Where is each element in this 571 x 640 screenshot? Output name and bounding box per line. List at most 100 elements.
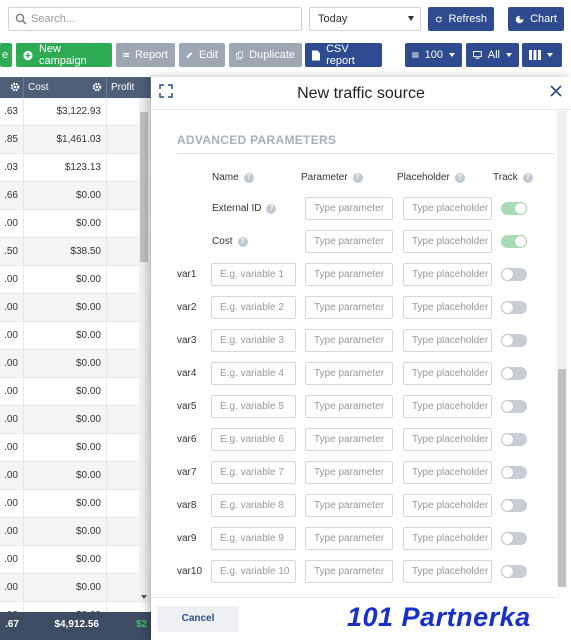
help-icon[interactable]: ? xyxy=(522,172,533,183)
placeholder-input[interactable]: Type placeholder xyxy=(403,296,492,319)
table-row[interactable]: .00$0.00 xyxy=(0,378,151,406)
track-toggle[interactable] xyxy=(501,268,527,281)
device-filter-select[interactable]: All xyxy=(466,43,519,67)
gear-icon[interactable] xyxy=(92,82,102,92)
report-button[interactable]: Report xyxy=(116,43,175,67)
table-row[interactable]: .00$0.00 xyxy=(0,210,151,238)
table-row[interactable]: .03 $123.13 xyxy=(0,154,151,182)
table-row[interactable]: .00$0.00 xyxy=(0,574,151,602)
variable-name-input[interactable]: E.g. variable 8 xyxy=(211,494,296,517)
table-row[interactable]: .66 $0.00 xyxy=(0,182,151,210)
variable-name-input[interactable]: E.g. variable 7 xyxy=(211,461,296,484)
rows-per-page-select[interactable]: 100 xyxy=(405,43,462,67)
help-icon[interactable]: ? xyxy=(352,172,363,183)
table-row[interactable]: .00$0.00 xyxy=(0,490,151,518)
variable-name-input[interactable]: E.g. variable 1 xyxy=(211,263,296,286)
parameter-input[interactable]: Type parameter xyxy=(305,428,393,451)
track-toggle[interactable] xyxy=(501,235,527,248)
pie-chart-icon xyxy=(515,15,524,23)
track-toggle[interactable] xyxy=(501,499,527,512)
track-toggle[interactable] xyxy=(501,565,527,578)
parameter-input[interactable]: Type parameter xyxy=(305,527,393,550)
table-row[interactable]: .00$0.00 xyxy=(0,266,151,294)
placeholder-input[interactable]: Type placeholder xyxy=(403,428,492,451)
placeholder-input[interactable]: Type placeholder xyxy=(403,197,492,220)
partial-action-button[interactable]: e xyxy=(0,43,12,67)
duplicate-button[interactable]: Duplicate xyxy=(229,43,302,67)
help-icon[interactable]: ? xyxy=(266,203,277,214)
parameter-input[interactable]: Type parameter xyxy=(305,362,393,385)
parameter-input[interactable]: Type parameter xyxy=(305,560,393,583)
table-row[interactable]: .00$0.00 xyxy=(0,350,151,378)
variable-name-input[interactable]: E.g. variable 6 xyxy=(211,428,296,451)
refresh-button[interactable]: Refresh xyxy=(428,7,494,31)
modal-scrollbar-thumb[interactable] xyxy=(558,369,566,587)
help-icon[interactable]: ? xyxy=(237,236,248,247)
parameter-input[interactable]: Type parameter xyxy=(305,263,393,286)
placeholder-input[interactable]: Type placeholder xyxy=(403,263,492,286)
variable-name-input[interactable]: E.g. variable 5 xyxy=(211,395,296,418)
csv-report-button[interactable]: CSV report xyxy=(305,43,382,67)
chart-button[interactable]: Chart xyxy=(508,7,564,31)
search-input[interactable] xyxy=(31,11,291,27)
help-icon[interactable]: ? xyxy=(454,172,465,183)
table-row[interactable]: .00$0.00 xyxy=(0,434,151,462)
cancel-button[interactable]: Cancel xyxy=(157,606,239,632)
table-row[interactable]: .50 $38.50 xyxy=(0,238,151,266)
table-scrollbar[interactable] xyxy=(139,98,149,603)
variable-name-input[interactable]: E.g. variable 3 xyxy=(211,329,296,352)
column-header-partial[interactable] xyxy=(0,77,24,98)
new-campaign-button[interactable]: New campaign xyxy=(16,43,112,67)
parameter-input[interactable]: Type parameter xyxy=(305,230,393,253)
column-header-cost[interactable]: Cost xyxy=(24,77,107,98)
scroll-down-arrow-icon[interactable] xyxy=(141,595,147,599)
placeholder-input[interactable]: Type placeholder xyxy=(403,230,492,253)
placeholder-input[interactable]: Type placeholder xyxy=(403,494,492,517)
variable-name-input[interactable]: E.g. variable 4 xyxy=(211,362,296,385)
parameter-input[interactable]: Type parameter xyxy=(305,329,393,352)
parameter-input[interactable]: Type parameter xyxy=(305,494,393,517)
help-icon[interactable]: ? xyxy=(243,172,254,183)
table-row[interactable]: .00$0.00 xyxy=(0,602,151,612)
table-row[interactable]: .85 $1,461.03 xyxy=(0,126,151,154)
track-toggle[interactable] xyxy=(501,433,527,446)
parameter-name-label: External ID xyxy=(212,203,262,214)
variable-name-input[interactable]: E.g. variable 9 xyxy=(211,527,296,550)
date-range-select[interactable]: Today xyxy=(309,7,421,31)
variable-name-input[interactable]: E.g. variable 10 xyxy=(211,560,296,583)
table-row[interactable]: .63 $3,122.93 xyxy=(0,98,151,126)
table-row[interactable]: .00$0.00 xyxy=(0,518,151,546)
placeholder-input[interactable]: Type placeholder xyxy=(403,527,492,550)
track-toggle[interactable] xyxy=(501,466,527,479)
search-box[interactable] xyxy=(8,7,302,31)
track-toggle[interactable] xyxy=(501,301,527,314)
table-row[interactable]: .00$0.00 xyxy=(0,322,151,350)
track-toggle[interactable] xyxy=(501,334,527,347)
modal-scrollbar[interactable] xyxy=(557,111,567,587)
parameter-input[interactable]: Type parameter xyxy=(305,197,393,220)
column-header-placeholder: Placeholder ? xyxy=(397,172,465,183)
table-row[interactable]: .00$0.00 xyxy=(0,462,151,490)
placeholder-input[interactable]: Type placeholder xyxy=(403,329,492,352)
parameter-input[interactable]: Type parameter xyxy=(305,296,393,319)
table-scrollbar-thumb[interactable] xyxy=(140,112,148,262)
table-row[interactable]: .00$0.00 xyxy=(0,406,151,434)
parameter-input[interactable]: Type parameter xyxy=(305,395,393,418)
close-icon[interactable] xyxy=(549,84,563,98)
variable-name-input[interactable]: E.g. variable 2 xyxy=(211,296,296,319)
column-header-profit[interactable]: Profit xyxy=(107,77,151,98)
columns-select[interactable] xyxy=(522,43,562,67)
placeholder-input[interactable]: Type placeholder xyxy=(403,560,492,583)
table-row[interactable]: .00$0.00 xyxy=(0,546,151,574)
parameter-input[interactable]: Type parameter xyxy=(305,461,393,484)
track-toggle[interactable] xyxy=(501,202,527,215)
gear-icon[interactable] xyxy=(10,82,20,92)
track-toggle[interactable] xyxy=(501,532,527,545)
table-row[interactable]: .00$0.00 xyxy=(0,294,151,322)
placeholder-input[interactable]: Type placeholder xyxy=(403,362,492,385)
placeholder-input[interactable]: Type placeholder xyxy=(403,461,492,484)
track-toggle[interactable] xyxy=(501,367,527,380)
track-toggle[interactable] xyxy=(501,400,527,413)
placeholder-input[interactable]: Type placeholder xyxy=(403,395,492,418)
edit-button[interactable]: Edit xyxy=(179,43,225,67)
